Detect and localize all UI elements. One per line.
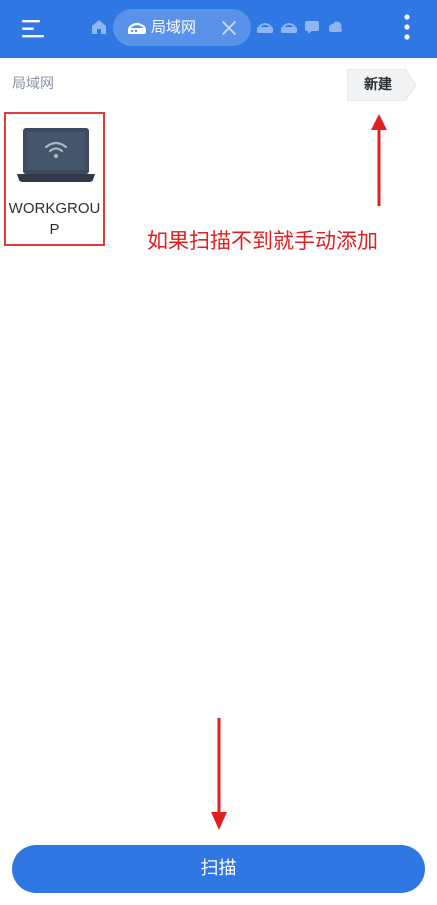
home-button[interactable] bbox=[89, 17, 109, 37]
new-button[interactable]: 新建 bbox=[347, 69, 417, 101]
close-icon bbox=[222, 21, 236, 35]
scan-button[interactable]: 扫描 bbox=[12, 845, 425, 893]
device-name: WORKGROUP bbox=[8, 200, 101, 238]
new-button-label: 新建 bbox=[364, 77, 392, 93]
router-icon[interactable] bbox=[256, 19, 274, 35]
annotation-arrow-up bbox=[371, 114, 387, 206]
tab-lan[interactable]: 局域网 bbox=[113, 9, 251, 46]
home-icon bbox=[92, 20, 106, 34]
device-item[interactable]: WORKGROUP bbox=[4, 112, 105, 246]
annotation-text: 如果扫描不到就手动添加 bbox=[147, 229, 378, 253]
network-icon bbox=[128, 22, 146, 34]
laptop-wifi-icon bbox=[17, 128, 95, 182]
more-button[interactable] bbox=[393, 10, 421, 46]
tab-label: 局域网 bbox=[151, 18, 197, 36]
breadcrumb[interactable]: 局域网 bbox=[12, 74, 54, 94]
menu-button[interactable] bbox=[12, 14, 48, 44]
chat-icon[interactable] bbox=[303, 19, 321, 35]
annotation-arrow-down bbox=[211, 718, 227, 830]
app-window: 局域网 局域网 新建 WORKGROUP 如果扫描不到就手动添加 扫描 bbox=[0, 0, 437, 905]
more-vertical-icon bbox=[404, 14, 410, 40]
cloud-icon[interactable] bbox=[326, 19, 344, 35]
menu-icon bbox=[22, 20, 44, 38]
ftp-icon[interactable] bbox=[280, 19, 298, 35]
tab-close-button[interactable] bbox=[219, 18, 239, 38]
top-bar: 局域网 bbox=[0, 0, 437, 58]
